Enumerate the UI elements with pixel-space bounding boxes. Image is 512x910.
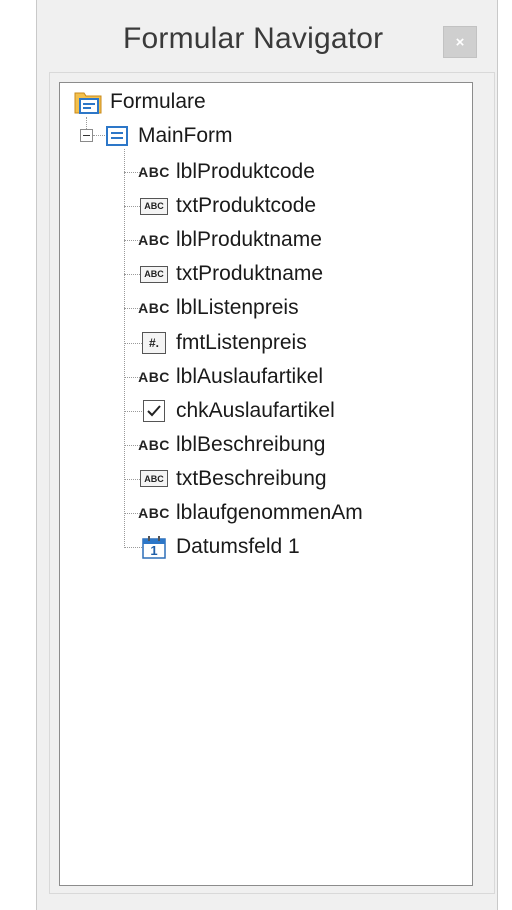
tree-node-control[interactable]: ABC lblaufgenommenAm bbox=[134, 496, 363, 530]
tree-node-label: lblProduktname bbox=[176, 228, 322, 252]
close-button[interactable]: × bbox=[443, 26, 477, 58]
label-field-icon: ABC bbox=[138, 164, 170, 180]
tree-node-label: Formulare bbox=[110, 90, 206, 113]
label-field-icon: ABC bbox=[138, 505, 170, 521]
date-field-icon: 1 bbox=[142, 535, 166, 559]
tree-node-control[interactable]: ABC lblBeschreibung bbox=[134, 428, 325, 462]
tree-node-control[interactable]: ABC lblProduktcode bbox=[134, 155, 315, 189]
tree-node-control[interactable]: ABC lblProduktname bbox=[134, 223, 322, 257]
tree-node-formulare[interactable]: Formulare bbox=[74, 85, 206, 119]
tree-node-control[interactable]: ABC txtProduktname bbox=[134, 257, 323, 291]
tree-connector bbox=[124, 149, 125, 546]
tree-node-label: MainForm bbox=[138, 124, 233, 147]
tree-node-control[interactable]: ABC lblListenpreis bbox=[134, 291, 299, 325]
form-tree[interactable]: Formulare MainForm ABC lblProduktcode ABC t… bbox=[59, 82, 473, 886]
tree-node-label: txtProduktname bbox=[176, 262, 324, 286]
label-field-icon: ABC bbox=[138, 300, 170, 317]
label-field-icon: ABC bbox=[138, 368, 170, 385]
text-box-icon: ABC bbox=[140, 470, 168, 488]
tree-node-label: lblListenpreis bbox=[176, 296, 299, 320]
window-title: Formular Navigator bbox=[123, 22, 384, 55]
tree-node-label: txtBeschreibung bbox=[176, 466, 327, 490]
label-field-icon: ABC bbox=[138, 232, 170, 249]
tree-node-control[interactable]: 1 Datumsfeld 1 bbox=[134, 530, 300, 564]
collapse-toggle[interactable] bbox=[80, 129, 93, 142]
tree-node-control[interactable]: ABC txtBeschreibung bbox=[134, 462, 327, 496]
tree-node-control[interactable]: chkAuslaufartikel bbox=[134, 394, 335, 428]
tree-node-mainform[interactable]: MainForm bbox=[106, 119, 233, 153]
label-field-icon: ABC bbox=[138, 436, 170, 453]
folder-forms-icon bbox=[74, 89, 104, 115]
tree-node-label: lblaufgenommenAm bbox=[176, 501, 363, 524]
text-box-icon: ABC bbox=[140, 265, 168, 283]
tree-node-label: txtProduktcode bbox=[176, 194, 317, 218]
tree-node-label: Datumsfeld 1 bbox=[176, 535, 300, 559]
tree-node-label: lblBeschreibung bbox=[176, 432, 326, 456]
tree-node-label: fmtListenpreis bbox=[176, 330, 307, 354]
tree-node-label: lblAuslaufartikel bbox=[176, 364, 324, 388]
formatted-field-icon: #. bbox=[142, 331, 166, 354]
date-icon-digit: 1 bbox=[150, 543, 158, 559]
form-navigator-window: Formular Navigator × Formulare MainForm … bbox=[36, 0, 498, 910]
tree-node-control[interactable]: ABC lblAuslaufartikel bbox=[134, 360, 323, 394]
title-bar: Formular Navigator × bbox=[37, 0, 497, 80]
tree-node-control[interactable]: #. fmtListenpreis bbox=[134, 326, 307, 360]
tree-node-control[interactable]: ABC txtProduktcode bbox=[134, 189, 316, 223]
tree-connector bbox=[93, 135, 105, 136]
form-icon bbox=[106, 126, 128, 146]
close-icon: × bbox=[455, 33, 465, 51]
text-box-icon: ABC bbox=[140, 197, 168, 215]
checkbox-icon bbox=[143, 399, 165, 422]
tree-node-label: chkAuslaufartikel bbox=[176, 398, 335, 422]
tree-node-label: lblProduktcode bbox=[176, 160, 315, 183]
